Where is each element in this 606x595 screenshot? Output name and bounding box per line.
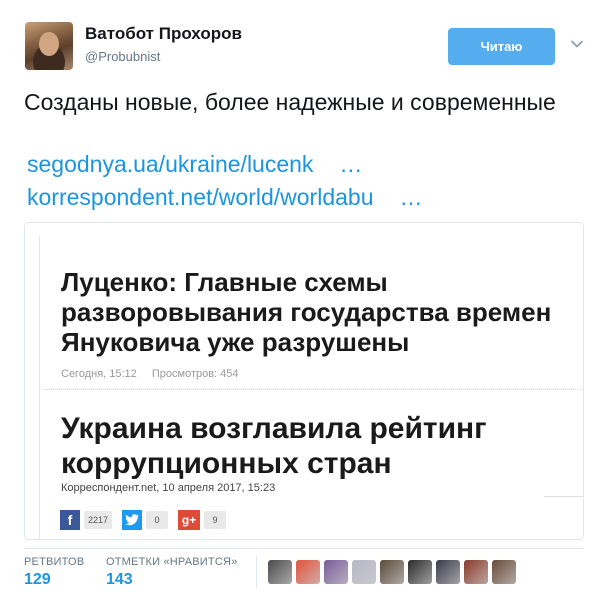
liker-avatar[interactable]	[352, 560, 376, 584]
facebook-icon: f	[60, 510, 80, 530]
link-ellipsis: …	[399, 184, 423, 210]
divider	[544, 496, 583, 497]
liker-avatar[interactable]	[296, 560, 320, 584]
author-handle[interactable]: @Probubnist	[85, 49, 160, 64]
liker-avatar[interactable]	[436, 560, 460, 584]
retweets-label: РЕТВИТОВ	[24, 556, 85, 568]
share-count: 2217	[84, 511, 113, 529]
likes-stat[interactable]: ОТМЕТКИ «НРАВИТСЯ» 143	[106, 556, 237, 589]
divider	[44, 389, 582, 390]
share-count: 0	[146, 511, 169, 529]
liker-avatar[interactable]	[408, 560, 432, 584]
liker-avatar[interactable]	[464, 560, 488, 584]
link-text[interactable]: korrespondent.net/world/worldabu	[27, 184, 373, 210]
attached-image-card[interactable]: Луценко: Главные схемы разворовывания го…	[24, 222, 584, 540]
tweet-text: Созданы новые, более надежные и современ…	[24, 89, 556, 115]
retweets-stat[interactable]: РЕТВИТОВ 129	[24, 556, 84, 589]
article-meta: Корреспондент.net, 10 апреля 2017, 15:23	[61, 482, 276, 494]
divider	[256, 555, 257, 589]
share-bar: f 2217 0 g+ 9	[60, 510, 232, 530]
article-screenshot: Луценко: Главные схемы разворовывания го…	[39, 235, 583, 539]
liker-avatars	[268, 560, 516, 584]
twitter-bird-icon	[122, 510, 143, 530]
following-button[interactable]: Читаю	[448, 28, 555, 65]
author-name[interactable]: Ватобот Прохоров	[85, 24, 242, 44]
article-headline: Луценко: Главные схемы разворовывания го…	[61, 267, 552, 357]
article-meta: Сегодня, 15:12 Просмотров: 454	[61, 368, 251, 380]
article-views: Просмотров: 454	[151, 368, 239, 380]
likes-count[interactable]: 143	[106, 571, 237, 589]
link-ellipsis: …	[339, 151, 363, 177]
liker-avatar[interactable]	[324, 560, 348, 584]
google-plus-icon: g+	[178, 510, 201, 530]
article-date: Сегодня, 15:12	[61, 368, 137, 380]
link-text[interactable]: segodnya.ua/ukraine/lucenk	[27, 151, 313, 177]
liker-avatar[interactable]	[380, 560, 404, 584]
liker-avatar[interactable]	[268, 560, 292, 584]
retweets-count[interactable]: 129	[24, 571, 84, 589]
author-avatar[interactable]	[25, 22, 73, 70]
tweet-link[interactable]: korrespondent.net/world/worldabu …	[27, 184, 422, 211]
tweet-link[interactable]: segodnya.ua/ukraine/lucenk …	[27, 151, 362, 178]
tweet-stats: РЕТВИТОВ 129 ОТМЕТКИ «НРАВИТСЯ» 143	[24, 548, 584, 592]
share-count: 9	[204, 511, 227, 529]
likes-label: ОТМЕТКИ «НРАВИТСЯ»	[106, 556, 238, 568]
chevron-down-icon[interactable]	[570, 37, 584, 51]
article-headline: Украина возглавила рейтинг коррупционных…	[61, 412, 487, 480]
liker-avatar[interactable]	[492, 560, 516, 584]
